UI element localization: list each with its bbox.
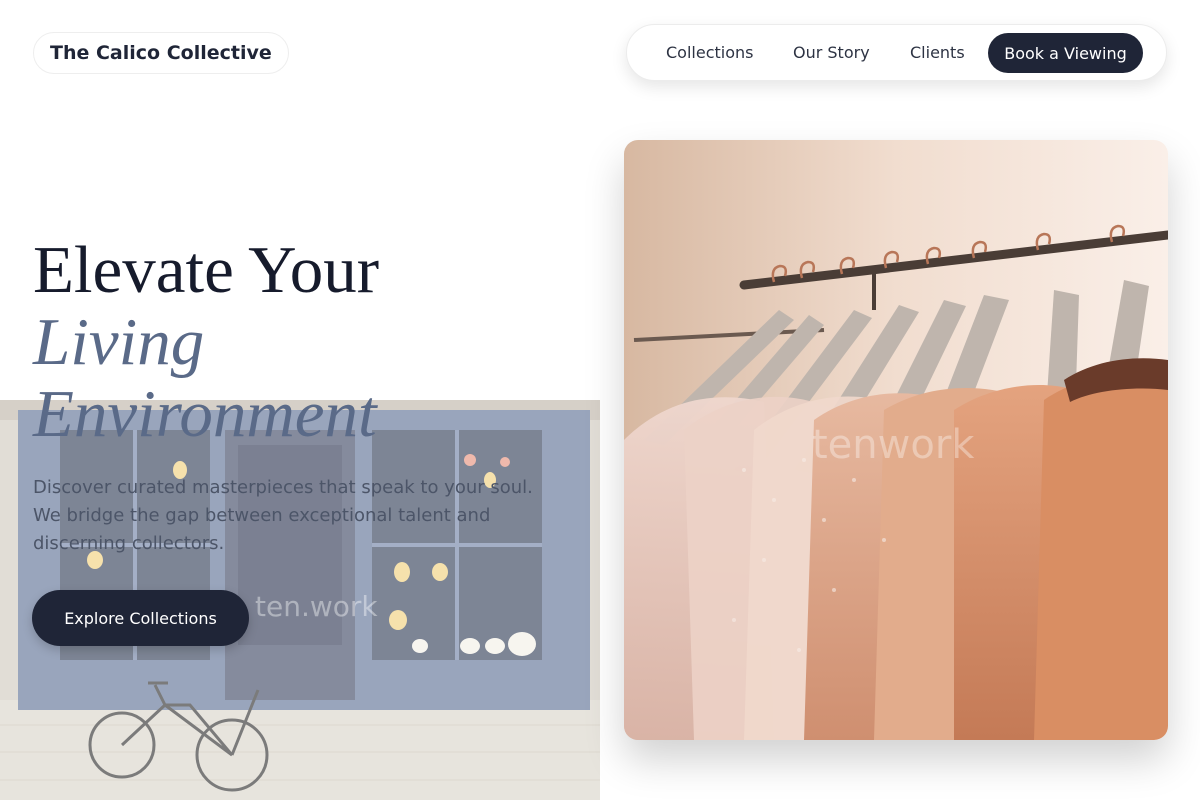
hero-title-line-1: Elevate Your (33, 233, 380, 307)
main-nav: Collections Our Story Clients Book a Vie… (626, 24, 1167, 81)
clothing-rack-image: tenwork (624, 140, 1168, 740)
hero-title-line-2: Living (33, 305, 205, 379)
brand-logo[interactable]: The Calico Collective (33, 32, 289, 74)
hero-description: Discover curated masterpieces that speak… (33, 477, 533, 554)
explore-collections-button[interactable]: Explore Collections (32, 590, 249, 646)
hero-title-line-3: Environment (33, 377, 377, 451)
nav-clients-link[interactable]: Clients (910, 43, 965, 63)
watermark-left: ten.work (255, 590, 378, 623)
book-viewing-button[interactable]: Book a Viewing (988, 33, 1143, 73)
nav-collections-link[interactable]: Collections (666, 43, 753, 63)
watermark-right: tenwork (812, 422, 975, 468)
nav-our-story-link[interactable]: Our Story (793, 43, 870, 63)
